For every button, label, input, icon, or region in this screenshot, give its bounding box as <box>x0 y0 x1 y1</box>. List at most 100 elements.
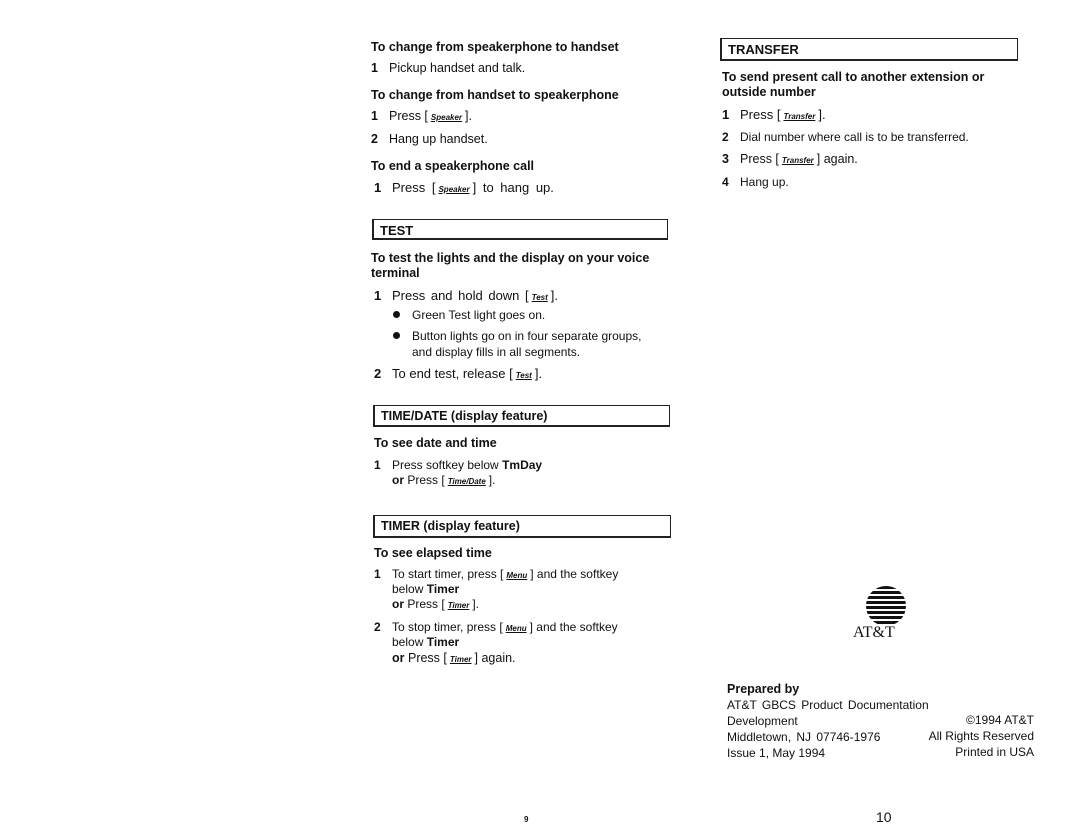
step-number: 1 <box>371 61 378 75</box>
step: 2 To end test, release [Test]. <box>374 366 542 381</box>
key-timer: Timer <box>447 601 470 610</box>
step: 1 Press and hold down [Test]. <box>374 288 558 303</box>
step-number: 4 <box>722 175 729 189</box>
step-number: 2 <box>374 366 382 381</box>
step-text: Hang up handset. <box>389 132 488 146</box>
step-number: 1 <box>374 288 382 303</box>
key-time-date: Time/Date <box>447 477 486 486</box>
key-transfer: Transfer <box>781 156 814 165</box>
step: 4 Hang up. <box>722 175 789 189</box>
section-box-timedate: TIME/DATE (display feature) <box>373 405 670 427</box>
or-label: or <box>392 473 404 487</box>
step-number: 3 <box>722 152 729 166</box>
step-text: Press [ <box>407 597 445 611</box>
rights-reserved: All Rights Reserved <box>928 729 1034 743</box>
timedate-heading: To see date and time <box>374 436 497 450</box>
step-text: To end test, release [ <box>392 366 513 381</box>
key-menu: Menu <box>505 624 527 633</box>
step-text: To stop timer, press [ <box>392 620 503 634</box>
step-text: ]. <box>550 288 559 303</box>
softkey-tmday: TmDay <box>502 458 543 472</box>
section-box-transfer: TRANSFER <box>720 38 1018 61</box>
section-title: TIME/DATE (display feature) <box>381 409 548 423</box>
prepared-line: Issue 1, May 1994 <box>727 746 826 760</box>
prepared-by-heading: Prepared by <box>727 682 800 696</box>
step: 3 Press [Transfer] again. <box>722 152 858 166</box>
step-text: Press and hold down [ <box>392 288 529 303</box>
key-transfer: Transfer <box>783 112 816 121</box>
step-text: Press [ <box>389 109 428 123</box>
bullet-icon <box>393 311 400 318</box>
bullet-icon <box>393 332 400 339</box>
step-alt: or Press [Timer] again. <box>392 651 516 665</box>
manual-page-spread: To change from speakerphone to handset 1… <box>0 0 1080 835</box>
page-number-right: 10 <box>876 809 892 825</box>
bullet-text-cont: and display fills in all segments. <box>412 345 581 359</box>
step-number: 1 <box>374 458 381 472</box>
step-text: ]. <box>534 366 543 381</box>
step-number: 1 <box>374 180 382 195</box>
step-text: ]. <box>472 597 479 611</box>
step: 1 Press [Transfer]. <box>722 107 826 122</box>
step-text: ] to hang up. <box>472 180 554 195</box>
key-test: Test <box>515 371 532 380</box>
or-label: or <box>392 651 405 665</box>
step-number: 1 <box>371 109 378 123</box>
key-menu: Menu <box>506 571 528 580</box>
bullet-text: Green Test light goes on. <box>412 308 546 322</box>
step-alt: or Press [Timer]. <box>392 597 479 611</box>
step-number: 2 <box>371 132 378 146</box>
att-logo-text: AT&T <box>853 624 895 641</box>
step: 2 To stop timer, press [Menu] and the sof… <box>374 620 618 634</box>
step-text: ] and the softkey <box>529 620 618 634</box>
step: 1 Press softkey below TmDay <box>374 458 542 472</box>
section-title: TIMER (display feature) <box>381 519 520 533</box>
step-alt: or Press [Time/Date]. <box>392 473 495 487</box>
key-speaker: Speaker <box>430 113 463 122</box>
bullet-item: Green Test light goes on. <box>393 308 545 322</box>
transfer-heading: To send present call to another extensio… <box>722 70 985 84</box>
step-text: Dial number where call is to be transfer… <box>740 130 969 144</box>
prepared-line: Middletown, NJ 07746-1976 <box>727 730 881 744</box>
prepared-line: AT&T GBCS Product Documentation <box>727 698 929 712</box>
softkey-timer: Timer <box>426 582 460 596</box>
step-text: Press softkey below <box>392 458 499 472</box>
step-text: ] again. <box>474 651 516 665</box>
step: 2 Dial number where call is to be transfe… <box>722 130 969 144</box>
test-heading: To test the lights and the display on yo… <box>371 251 650 265</box>
copyright: ©1994 AT&T <box>966 713 1034 727</box>
step-text: ] again. <box>816 152 858 166</box>
test-heading-cont: terminal <box>371 266 420 280</box>
key-speaker: Speaker <box>438 185 470 194</box>
timer-heading: To see elapsed time <box>374 546 492 560</box>
step-number: 1 <box>722 107 730 122</box>
step-text: Press [ <box>740 152 779 166</box>
step-text: ] and the softkey <box>530 567 619 581</box>
step: 1 To start timer, press [Menu] and the so… <box>374 567 618 581</box>
att-globe-logo-icon <box>866 586 906 626</box>
step-text: Press [ <box>407 651 447 665</box>
step-text: Press [ <box>392 180 436 195</box>
step-cont: below Timer <box>392 635 459 649</box>
section-box-test: TEST <box>372 219 668 240</box>
transfer-heading-cont: outside number <box>722 85 816 99</box>
step: 2 Hang up handset. <box>371 132 488 146</box>
heading-speaker-to-handset: To change from speakerphone to handset <box>371 40 619 54</box>
step-number: 2 <box>722 130 729 144</box>
step-number: 2 <box>374 620 381 634</box>
step-text: Hang up. <box>740 175 789 189</box>
step: 1 Pickup handset and talk. <box>371 61 525 75</box>
prepared-line: Development <box>727 714 798 728</box>
step-cont: below Timer <box>392 582 459 596</box>
key-timer: Timer <box>449 655 472 664</box>
section-box-timer: TIMER (display feature) <box>373 515 671 538</box>
page-number-left: 9 <box>524 815 529 824</box>
step-text: below <box>392 635 424 649</box>
printed-in: Printed in USA <box>955 745 1034 759</box>
section-title: TRANSFER <box>728 42 799 57</box>
step-text: ]. <box>818 107 826 122</box>
step-text: To start timer, press [ <box>392 567 504 581</box>
step: 1 Press [Speaker] to hang up. <box>374 180 554 195</box>
step-text: Pickup handset and talk. <box>389 61 526 75</box>
step-text: Press [ <box>740 107 781 122</box>
